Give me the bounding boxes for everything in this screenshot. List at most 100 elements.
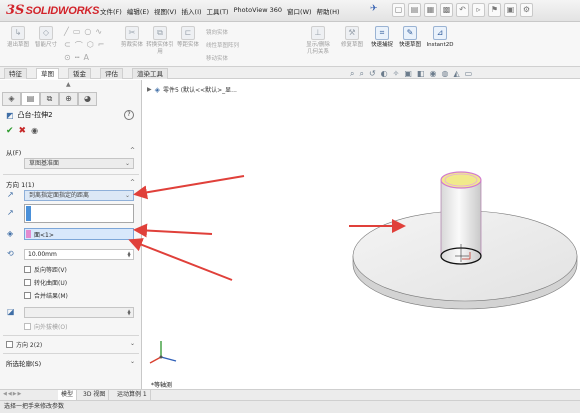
translate-surface-checkbox[interactable]: 转化曲面(U) (24, 278, 67, 287)
slot-icon[interactable]: ⊂ (64, 40, 71, 51)
help-icon[interactable]: ? (124, 110, 134, 120)
draft-angle-field[interactable]: ▲ ▼ (24, 307, 134, 318)
direction1-section-header[interactable]: 方向 1(1) (6, 179, 34, 189)
reverse-direction-icon[interactable]: ↗ (7, 190, 14, 199)
from-dropdown[interactable]: 草图基准面 ⌄ (24, 158, 134, 169)
end-condition-dropdown[interactable]: 到离指定面指定的距离 ⌄ (24, 190, 134, 201)
tab-sheet-metal[interactable]: 钣金 (68, 68, 91, 79)
property-manager-tab-icon[interactable]: ▤ (21, 92, 40, 106)
tab-render-tools[interactable]: 渲染工具 (132, 68, 168, 79)
circle-icon[interactable]: ○ (84, 27, 91, 36)
view-orientation-icon[interactable]: ▣ (404, 69, 412, 79)
direction-vector-selection-box[interactable] (24, 204, 134, 223)
offset-distance-field[interactable]: 10.00mm ▲ ▼ (24, 249, 134, 260)
dimxpert-manager-tab-icon[interactable]: ⊕ (59, 92, 78, 106)
tab-motion-study[interactable]: 运动算例 1 (114, 390, 151, 400)
merge-result-checkbox[interactable]: 合并结果(M) (24, 291, 68, 300)
tab-features[interactable]: 特征 (4, 68, 27, 79)
direction2-checkbox[interactable]: 方向 2(2) (6, 340, 42, 349)
rectangle-icon[interactable]: ▭ (73, 27, 81, 36)
rebuild-icon[interactable]: ⚑ (488, 3, 501, 17)
tab-3d-views[interactable]: 3D 视图 (80, 390, 110, 400)
repair-sketch-button[interactable]: ⚒ 修复草图 (338, 26, 366, 49)
edit-appearance-icon[interactable]: ◍ (441, 69, 448, 79)
linear-pattern-cmd[interactable]: 线性草图阵列 (206, 41, 239, 49)
options-gear-icon[interactable]: ⚙ (520, 3, 533, 17)
tab-scroll-arrows-icon[interactable]: ◀◀▶▶ (3, 391, 22, 397)
tab-model[interactable]: 模型 (58, 390, 78, 400)
fillet-icon[interactable]: ⌐ (98, 40, 105, 51)
detailed-preview-eye-icon[interactable]: ◉ (31, 126, 38, 136)
arc-icon[interactable]: ⌒ (75, 40, 83, 51)
draft-outward-checkbox[interactable]: 向外拔模(O) (24, 322, 67, 331)
offset-entities-button[interactable]: ⊏ 等距实体 (174, 26, 202, 49)
menu-file[interactable]: 文件(F) (100, 6, 122, 16)
tab-sketch[interactable]: 草图 (36, 68, 59, 79)
previous-view-icon[interactable]: ↺ (369, 69, 376, 79)
menu-edit[interactable]: 编辑(E) (127, 6, 149, 16)
dynamic-annotation-icon[interactable]: ✧ (393, 69, 400, 79)
point-icon[interactable]: ⊙ (64, 53, 71, 62)
spin-arrows-icon[interactable]: ▲ ▼ (126, 251, 132, 258)
solidworks-logo[interactable]: 3S SOLIDWORKS (6, 3, 99, 18)
trim-entities-button[interactable]: ✂ 剪裁实体 (118, 26, 146, 49)
draft-icon[interactable]: ◪ (7, 307, 15, 316)
move-entities-cmd[interactable]: 移动实体 (206, 54, 228, 62)
smart-dimension-button[interactable]: ◇ 智能尺寸 (32, 26, 60, 49)
quick-snaps-button[interactable]: ⌗ 快速捕捉 (368, 26, 396, 49)
zoom-to-fit-icon[interactable]: ⌕ (350, 69, 354, 79)
collapse-panel-icon[interactable]: ▲ (66, 81, 71, 88)
feature-tree-flyout[interactable]: ▶ ◈ 零件5 (默认<<默认>_显... (147, 85, 237, 95)
text-icon[interactable]: A (84, 53, 89, 62)
instant2d-button[interactable]: ⊿ Instant2D (426, 26, 454, 49)
graphics-area[interactable] (143, 80, 580, 400)
direction2-expand-icon[interactable]: ⌄ (130, 340, 135, 347)
reverse-offset-checkbox[interactable]: 反向等距(V) (24, 265, 67, 274)
menu-photoview[interactable]: PhotoView 360 (234, 6, 282, 16)
zoom-area-icon[interactable]: ⌕ (359, 69, 363, 79)
polygon-icon[interactable]: ⬡ (87, 40, 94, 51)
display-manager-tab-icon[interactable]: ◕ (78, 92, 97, 106)
pin-icon[interactable]: ✈ (370, 4, 378, 14)
save-icon[interactable]: ▦ (424, 3, 437, 17)
display-style-icon[interactable]: ◧ (417, 69, 425, 79)
cancel-x-icon[interactable]: ✖ (19, 126, 27, 136)
contours-expand-icon[interactable]: ⌄ (130, 358, 135, 365)
view-settings-icon[interactable]: ▭ (465, 69, 473, 79)
ok-check-icon[interactable]: ✔ (6, 126, 14, 136)
configuration-manager-tab-icon[interactable]: ⧉ (40, 92, 59, 106)
menu-tools[interactable]: 工具(T) (207, 6, 229, 16)
face-selection-box[interactable]: 面<1> (24, 228, 134, 240)
spin-arrows-icon[interactable]: ▲ ▼ (126, 309, 132, 316)
select-icon[interactable]: ▹ (472, 3, 485, 17)
hide-show-items-icon[interactable]: ◉ (429, 69, 436, 79)
convert-entities-button[interactable]: ⧉ 转换实体引用 (146, 26, 174, 56)
exit-sketch-button[interactable]: ↳ 退出草图 (4, 26, 32, 49)
direction1-collapse-icon[interactable]: ^ (130, 179, 135, 186)
from-collapse-icon[interactable]: ^ (130, 147, 135, 154)
mirror-entities-cmd[interactable]: 镜向实体 (206, 28, 228, 36)
centerline-icon[interactable]: ┅ (75, 53, 80, 62)
from-section-header[interactable]: 从(F) (6, 147, 21, 157)
menu-window[interactable]: 窗口(W) (287, 6, 312, 16)
new-doc-icon[interactable]: ▢ (392, 3, 405, 17)
convert-icon: ⧉ (153, 26, 167, 40)
menu-view[interactable]: 视图(V) (154, 6, 177, 16)
print-icon[interactable]: ▩ (440, 3, 453, 17)
line-icon[interactable]: ╱ (64, 27, 69, 36)
menu-help[interactable]: 帮助(H) (317, 6, 340, 16)
file-properties-icon[interactable]: ▣ (504, 3, 517, 17)
display-delete-relations-button[interactable]: ⊥ 显示/删除几何关系 (304, 26, 332, 56)
apply-scene-icon[interactable]: ◭ (453, 69, 459, 79)
feature-manager-tab-icon[interactable]: ◈ (2, 92, 21, 106)
menu-insert[interactable]: 插入(I) (182, 6, 202, 16)
contours-section-header[interactable]: 所选轮廓(S) (6, 358, 41, 368)
open-icon[interactable]: ▤ (408, 3, 421, 17)
spline-icon[interactable]: ∿ (95, 27, 102, 36)
section-view-icon[interactable]: ◐ (381, 69, 388, 79)
instant2d-label: Instant2D (426, 42, 454, 48)
tab-evaluate[interactable]: 评估 (100, 68, 123, 79)
expand-arrow-icon[interactable]: ▶ (147, 86, 152, 93)
rapid-sketch-button[interactable]: ✎ 快速草图 (396, 26, 424, 49)
undo-icon[interactable]: ↶ (456, 3, 469, 17)
